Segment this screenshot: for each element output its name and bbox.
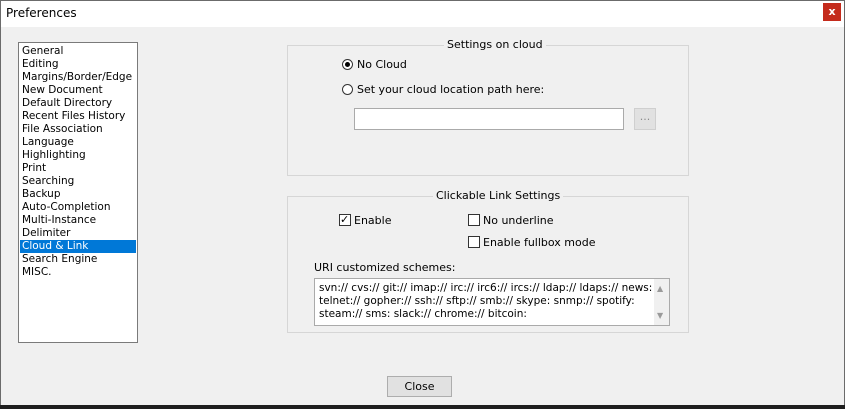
scroll-down-icon[interactable]: ▼ bbox=[657, 309, 663, 322]
link-group-title: Clickable Link Settings bbox=[433, 189, 564, 202]
category-item-highlighting[interactable]: Highlighting bbox=[20, 149, 136, 162]
category-item-searching[interactable]: Searching bbox=[20, 175, 136, 188]
category-list[interactable]: General Editing Margins/Border/Edge New … bbox=[18, 42, 138, 343]
uri-schemes-label: URI customized schemes: bbox=[314, 261, 456, 274]
uri-line: telnet:// gopher:// ssh:// sftp:// smb:/… bbox=[319, 295, 635, 307]
category-item-language[interactable]: Language bbox=[20, 136, 136, 149]
category-item-backup[interactable]: Backup bbox=[20, 188, 136, 201]
link-settings-group: Clickable Link Settings ✓ Enable No unde… bbox=[287, 189, 689, 333]
category-item-general[interactable]: General bbox=[20, 45, 136, 58]
category-item-new-document[interactable]: New Document bbox=[20, 84, 136, 97]
uri-line: steam:// sms: slack:// chrome:// bitcoin… bbox=[319, 308, 527, 320]
cloud-path-input[interactable] bbox=[354, 108, 624, 130]
window-title: Preferences bbox=[6, 6, 77, 20]
cloud-settings-group: Settings on cloud No Cloud Set your clou… bbox=[287, 38, 689, 176]
preferences-dialog: Preferences x General Editing Margins/Bo… bbox=[0, 0, 845, 409]
cloud-group-title: Settings on cloud bbox=[444, 38, 546, 51]
no-underline-checkbox[interactable] bbox=[468, 214, 480, 226]
custom-cloud-radio[interactable] bbox=[342, 84, 353, 95]
no-cloud-radio[interactable] bbox=[342, 59, 353, 70]
category-item-print[interactable]: Print bbox=[20, 162, 136, 175]
category-item-delimiter[interactable]: Delimiter bbox=[20, 227, 136, 240]
category-item-file-association[interactable]: File Association bbox=[20, 123, 136, 136]
close-button[interactable]: Close bbox=[387, 376, 452, 397]
window-close-button[interactable]: x bbox=[823, 3, 841, 21]
category-item-misc[interactable]: MISC. bbox=[20, 266, 136, 279]
taskbar-edge bbox=[0, 405, 845, 409]
scroll-up-icon[interactable]: ▲ bbox=[657, 282, 663, 295]
no-cloud-label[interactable]: No Cloud bbox=[357, 58, 407, 71]
fullbox-checkbox[interactable] bbox=[468, 236, 480, 248]
title-bar[interactable]: Preferences x bbox=[1, 1, 844, 27]
category-item-editing[interactable]: Editing bbox=[20, 58, 136, 71]
ellipsis-icon: ... bbox=[639, 110, 651, 123]
category-item-margins[interactable]: Margins/Border/Edge bbox=[20, 71, 136, 84]
uri-schemes-textarea[interactable]: svn:// cvs:// git:// imap:// irc:// irc6… bbox=[314, 278, 670, 326]
category-item-recent-files[interactable]: Recent Files History bbox=[20, 110, 136, 123]
enable-label[interactable]: Enable bbox=[354, 214, 391, 227]
fullbox-label[interactable]: Enable fullbox mode bbox=[483, 236, 596, 249]
category-item-multi-instance[interactable]: Multi-Instance bbox=[20, 214, 136, 227]
no-underline-label[interactable]: No underline bbox=[483, 214, 554, 227]
category-item-search-engine[interactable]: Search Engine bbox=[20, 253, 136, 266]
uri-scrollbar[interactable]: ▲ ▼ bbox=[654, 279, 669, 325]
close-icon: x bbox=[828, 5, 836, 18]
category-item-default-directory[interactable]: Default Directory bbox=[20, 97, 136, 110]
category-item-cloud-link[interactable]: Cloud & Link bbox=[20, 240, 136, 253]
uri-line: svn:// cvs:// git:// imap:// irc:// irc6… bbox=[319, 282, 653, 294]
enable-checkbox[interactable]: ✓ bbox=[339, 213, 351, 226]
browse-button[interactable]: ... bbox=[634, 108, 656, 130]
custom-cloud-label[interactable]: Set your cloud location path here: bbox=[357, 83, 544, 96]
category-item-auto-completion[interactable]: Auto-Completion bbox=[20, 201, 136, 214]
checkmark-icon: ✓ bbox=[340, 213, 350, 226]
